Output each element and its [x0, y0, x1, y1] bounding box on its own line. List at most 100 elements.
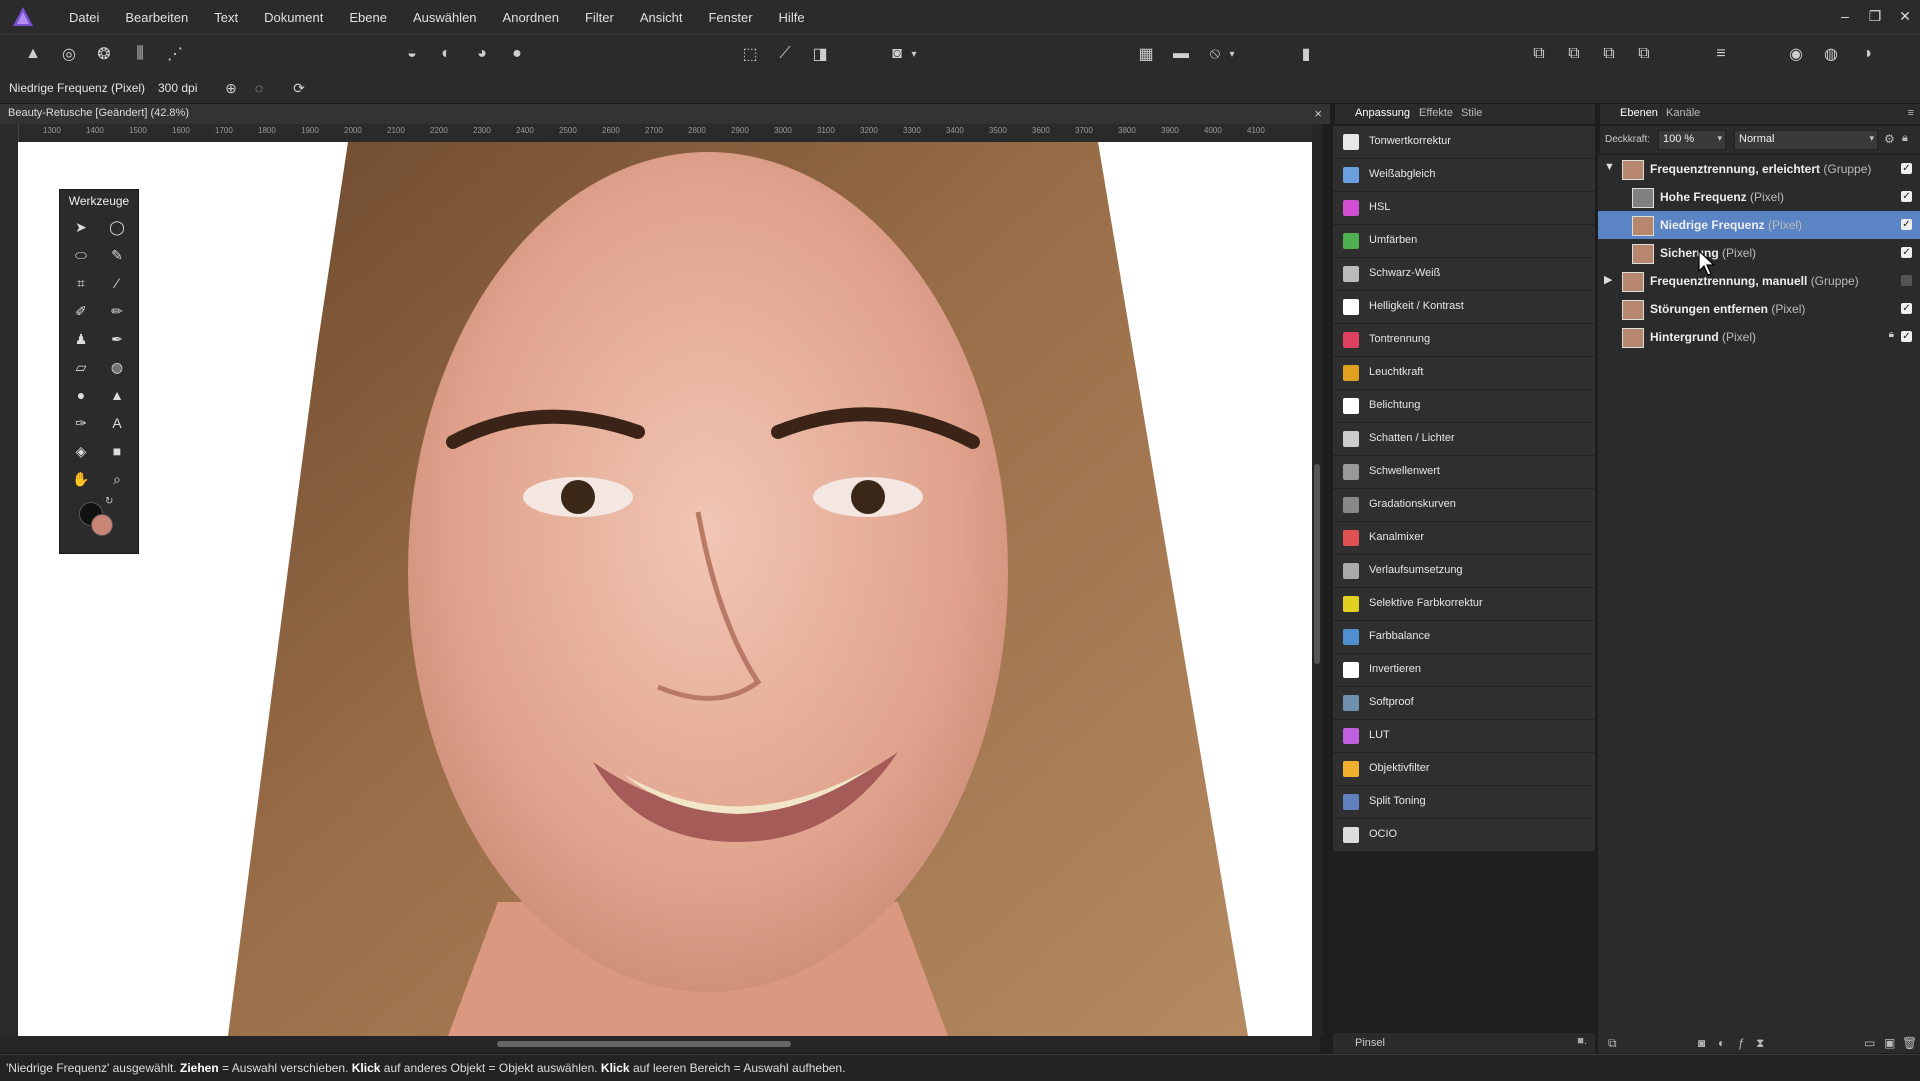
- menu-filter[interactable]: Filter: [572, 10, 627, 25]
- tone-mapping-persona-icon[interactable]: ⫼: [127, 41, 153, 67]
- snapping-grid-icon[interactable]: ▦: [1133, 41, 1159, 67]
- quick-mask-dropdown-icon[interactable]: ▾: [908, 41, 920, 67]
- layer-row[interactable]: ▼ Frequenztrennung, erleichtert (Gruppe) ✓: [1598, 155, 1920, 183]
- add-adjustment-icon[interactable]: ◐: [1718, 1036, 1725, 1050]
- layer-row[interactable]: Hintergrund (Pixel) 🔒︎ ✓: [1598, 323, 1920, 351]
- add-live-filter-icon[interactable]: ⧗: [1756, 1036, 1764, 1051]
- swap-colors-icon[interactable]: ↻: [105, 496, 113, 507]
- adjustment-item[interactable]: Schwellenwert: [1333, 456, 1595, 489]
- blur-brush-icon[interactable]: ●: [68, 384, 94, 406]
- assistant-icon[interactable]: ▮: [1293, 41, 1319, 67]
- rectangle-tool-icon[interactable]: ■: [104, 440, 130, 462]
- tab-ebenen[interactable]: Ebenen: [1620, 107, 1658, 119]
- menu-dokument[interactable]: Dokument: [251, 10, 336, 25]
- brush-panel-menu-icon[interactable]: ■.: [1577, 1035, 1587, 1047]
- invert-selection-icon[interactable]: ◨: [807, 41, 833, 67]
- arrange-back-icon[interactable]: ⧉: [1526, 41, 1552, 67]
- export-persona-icon[interactable]: ⋰: [162, 41, 188, 67]
- view-tool-icon[interactable]: ◯: [104, 216, 130, 238]
- adjustment-item[interactable]: Split Toning: [1333, 786, 1595, 819]
- text-tool-icon[interactable]: A: [104, 412, 130, 434]
- blend-mode-dropdown-icon[interactable]: ▾: [1869, 133, 1874, 144]
- eraser-icon[interactable]: ▱: [68, 356, 94, 378]
- boolean-subtract-icon[interactable]: ◍: [1818, 41, 1844, 67]
- opacity-dropdown-icon[interactable]: ▾: [1717, 133, 1722, 144]
- layer-visibility-checkbox[interactable]: ✓: [1901, 191, 1912, 202]
- menu-ebene[interactable]: Ebene: [336, 10, 400, 25]
- arrange-front-icon[interactable]: ⧉: [1631, 41, 1657, 67]
- paint-brush-icon[interactable]: ✐: [68, 300, 94, 322]
- menu-anordnen[interactable]: Anordnen: [490, 10, 572, 25]
- adjustment-item[interactable]: Helligkeit / Kontrast: [1333, 291, 1595, 324]
- dodge-tool-icon[interactable]: ◍: [104, 356, 130, 378]
- affinity-photo-logo-icon[interactable]: [12, 6, 34, 28]
- layers-panel-menu-icon[interactable]: ≡: [1908, 107, 1914, 119]
- liquify-persona-icon[interactable]: ◎: [56, 41, 82, 67]
- boolean-add-icon[interactable]: ◉: [1783, 41, 1809, 67]
- layer-stack-icon[interactable]: ⧉: [1608, 1036, 1617, 1051]
- tab-kanaele[interactable]: Kanäle: [1666, 107, 1700, 119]
- layer-visibility-checkbox[interactable]: ✓: [1901, 247, 1912, 258]
- adjustment-item[interactable]: Schwarz-Weiß: [1333, 258, 1595, 291]
- minimize-button[interactable]: –: [1830, 0, 1860, 34]
- close-window-button[interactable]: ✕: [1890, 0, 1920, 34]
- sharpen-brush-icon[interactable]: ▲: [104, 384, 130, 406]
- adjustment-item[interactable]: Invertieren: [1333, 654, 1595, 687]
- auto-colors-icon[interactable]: ◕: [469, 41, 495, 67]
- adjustment-item[interactable]: Umfärben: [1333, 225, 1595, 258]
- layer-row[interactable]: Sicherung (Pixel) ✓: [1598, 239, 1920, 267]
- layer-locked-icon[interactable]: 🔒︎: [1889, 329, 1894, 340]
- adjustment-item[interactable]: Objektivfilter: [1333, 753, 1595, 786]
- adjustment-item[interactable]: OCIO: [1333, 819, 1595, 852]
- develop-persona-icon[interactable]: ❂: [91, 41, 117, 67]
- delete-layer-icon[interactable]: 🗑︎: [1902, 1036, 1917, 1050]
- adjustment-item[interactable]: Schatten / Lichter: [1333, 423, 1595, 456]
- close-document-icon[interactable]: ×: [1314, 106, 1322, 121]
- layer-visibility-checkbox[interactable]: ✓: [1901, 331, 1912, 342]
- clone-stamp-icon[interactable]: ♟: [68, 328, 94, 350]
- layer-row[interactable]: Niedrige Frequenz (Pixel) ✓: [1598, 211, 1920, 239]
- photo-persona-icon[interactable]: ▲: [20, 41, 46, 67]
- adjustment-item[interactable]: Softproof: [1333, 687, 1595, 720]
- adjustment-item[interactable]: HSL: [1333, 192, 1595, 225]
- auto-contrast-icon[interactable]: ◐: [433, 41, 459, 67]
- layer-row[interactable]: Hohe Frequenz (Pixel) ✓: [1598, 183, 1920, 211]
- adjustment-item[interactable]: Tonwertkorrektur: [1333, 126, 1595, 159]
- adjustment-item[interactable]: Tontrennung: [1333, 324, 1595, 357]
- adjustment-item[interactable]: Leuchtkraft: [1333, 357, 1595, 390]
- add-pixel-layer-icon[interactable]: ▣: [1884, 1036, 1895, 1050]
- vertical-scroll-thumb[interactable]: [1314, 464, 1320, 664]
- layer-lock-icon[interactable]: 🔒︎: [1902, 132, 1908, 145]
- layer-settings-gear-icon[interactable]: ⚙: [1884, 132, 1895, 146]
- layer-row[interactable]: Störungen entfernen (Pixel) ✓: [1598, 295, 1920, 323]
- move-tool-icon[interactable]: ➤: [68, 216, 94, 238]
- vertical-scrollbar[interactable]: [1312, 124, 1322, 1036]
- pen-tool-icon[interactable]: ✑: [68, 412, 94, 434]
- menu-hilfe[interactable]: Hilfe: [766, 10, 818, 25]
- secondary-color-swatch[interactable]: [91, 514, 113, 536]
- adjustment-item[interactable]: Belichtung: [1333, 390, 1595, 423]
- menu-fenster[interactable]: Fenster: [695, 10, 765, 25]
- adjustment-item[interactable]: Verlaufsumsetzung: [1333, 555, 1595, 588]
- snapping-magnet-icon[interactable]: ⦸: [1202, 41, 1228, 67]
- canvas[interactable]: [18, 142, 1312, 1036]
- menu-auswaehlen[interactable]: Auswählen: [400, 10, 490, 25]
- color-picker-icon[interactable]: ⁄: [104, 272, 130, 294]
- align-icon[interactable]: ≡: [1708, 41, 1734, 67]
- add-effect-icon[interactable]: ƒ: [1738, 1036, 1745, 1050]
- menu-bearbeiten[interactable]: Bearbeiten: [112, 10, 201, 25]
- document-tab[interactable]: Beauty-Retusche [Geändert] (42.8%) ×: [0, 104, 1330, 124]
- transform-origin-icon[interactable]: ⊕: [218, 75, 244, 101]
- quick-mask-icon[interactable]: ◙: [884, 41, 910, 67]
- collapse-group-icon[interactable]: ▼: [1604, 161, 1615, 173]
- adjustment-item[interactable]: Farbbalance: [1333, 621, 1595, 654]
- menu-ansicht[interactable]: Ansicht: [627, 10, 696, 25]
- adjustment-item[interactable]: Gradationskurven: [1333, 489, 1595, 522]
- deselect-icon[interactable]: ⟋: [772, 41, 798, 67]
- zoom-tool-icon[interactable]: ⌕: [104, 468, 130, 490]
- layer-visibility-checkbox[interactable]: ✓: [1901, 219, 1912, 230]
- add-mask-icon[interactable]: ◙: [1698, 1036, 1705, 1050]
- layer-row[interactable]: ▶ Frequenztrennung, manuell (Gruppe) ✓: [1598, 267, 1920, 295]
- adjustment-item[interactable]: LUT: [1333, 720, 1595, 753]
- arrange-forward-icon[interactable]: ⧉: [1596, 41, 1622, 67]
